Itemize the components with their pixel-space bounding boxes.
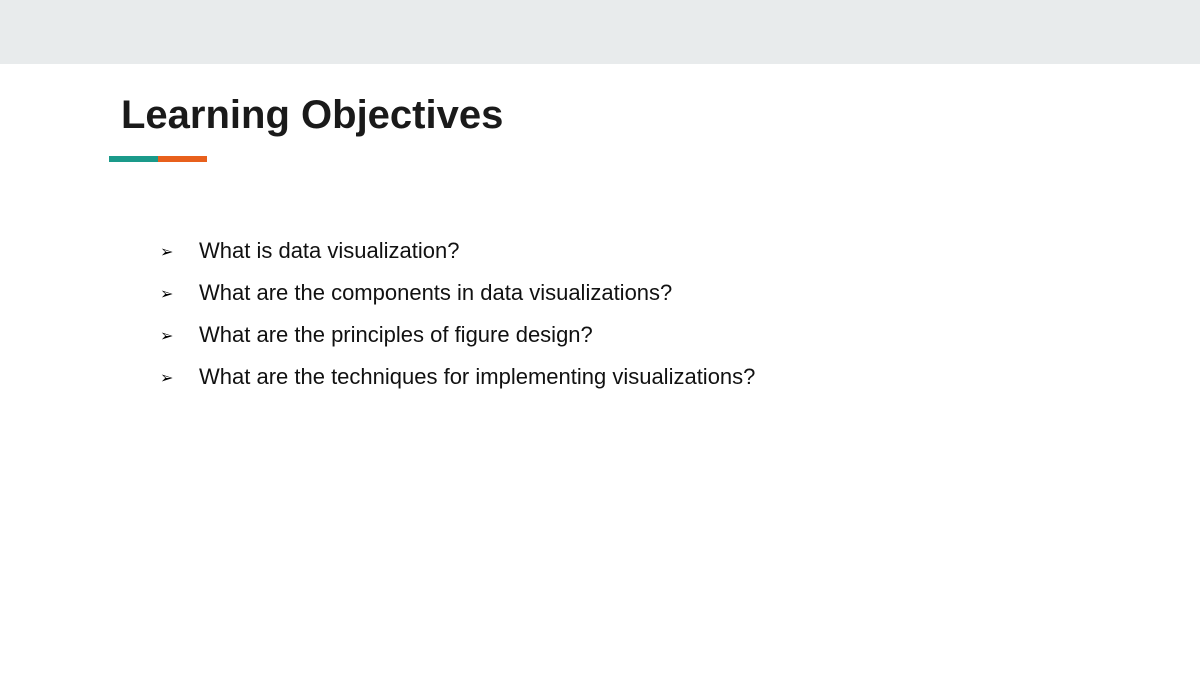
objective-item: ➢ What is data visualization?	[160, 230, 755, 272]
objective-item: ➢ What are the components in data visual…	[160, 272, 755, 314]
arrowhead-bullet-icon: ➢	[160, 367, 174, 387]
accent-orange-segment	[158, 156, 207, 162]
objective-item: ➢ What are the principles of figure desi…	[160, 314, 755, 356]
arrowhead-bullet-icon: ➢	[160, 283, 174, 303]
objective-text: What are the components in data visualiz…	[199, 280, 673, 305]
arrowhead-bullet-icon: ➢	[160, 325, 174, 345]
slide: Learning Objectives ➢ What is data visua…	[0, 0, 1200, 675]
slide-title: Learning Objectives	[121, 93, 504, 137]
objective-text: What are the techniques for implementing…	[199, 364, 756, 389]
objective-text: What is data visualization?	[199, 238, 460, 263]
arrowhead-bullet-icon: ➢	[160, 241, 174, 261]
top-band	[0, 0, 1200, 64]
objectives-list: ➢ What is data visualization? ➢ What are…	[160, 230, 755, 398]
objective-item: ➢ What are the techniques for implementi…	[160, 356, 755, 398]
title-accent-bar	[109, 156, 207, 162]
objective-text: What are the principles of figure design…	[199, 322, 593, 347]
accent-teal-segment	[109, 156, 158, 162]
